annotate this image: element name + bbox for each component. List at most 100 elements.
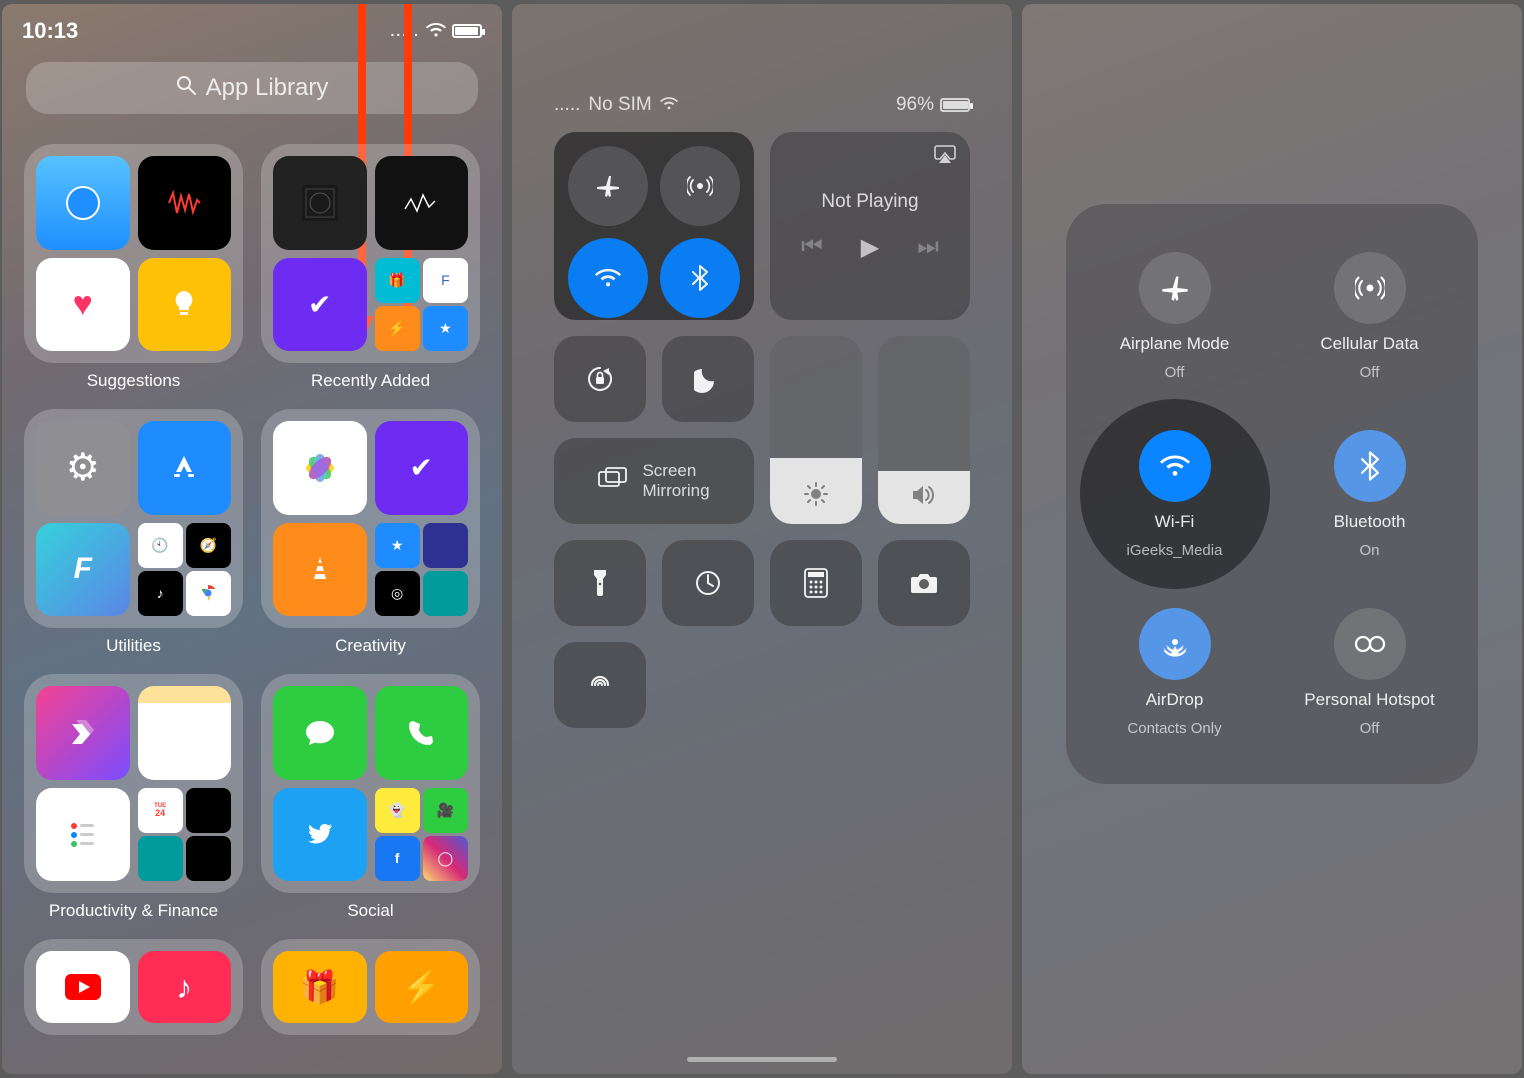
prev-track-icon[interactable]: ⏮ <box>801 233 823 262</box>
messages-icon[interactable] <box>273 686 367 780</box>
personal-hotspot-item[interactable]: Personal Hotspot Off <box>1275 592 1464 752</box>
airplane-toggle[interactable] <box>568 146 648 226</box>
folder-social[interactable]: 👻 🎥 f ◯ Social <box>261 674 480 921</box>
control-center-grid: Not Playing ⏮ ▶ ⏭ Screen Mirroring <box>554 132 970 728</box>
app-icon[interactable]: ✔ <box>273 258 367 352</box>
app-store-icon[interactable] <box>138 421 232 515</box>
clock-icon: 🕙 <box>138 523 183 568</box>
mini-icon: ⚡ <box>375 306 420 351</box>
mini-icon <box>423 571 468 616</box>
folder-mini-stack[interactable]: 🎁 F ⚡ ★ <box>375 258 469 352</box>
tips-icon[interactable] <box>138 258 232 352</box>
facetime-icon: 🎥 <box>423 788 468 833</box>
flashlight-toggle[interactable] <box>554 540 646 626</box>
battery-icon <box>940 98 970 112</box>
home-indicator[interactable] <box>687 1057 837 1062</box>
item-label: Wi-Fi <box>1155 512 1195 532</box>
cc-connectivity-module[interactable] <box>554 132 754 320</box>
media-title: Not Playing <box>821 191 918 213</box>
wifi-toggle[interactable] <box>568 238 648 318</box>
item-label: Bluetooth <box>1334 512 1406 532</box>
orientation-lock-toggle[interactable] <box>554 336 646 422</box>
item-sub: Off <box>1165 364 1185 381</box>
phone-icon[interactable] <box>375 686 469 780</box>
app-icon[interactable]: ✔ <box>375 421 469 515</box>
calculator-button[interactable] <box>770 540 862 626</box>
folder-recently-added[interactable]: ✔ 🎁 F ⚡ ★ Recently Added <box>261 144 480 391</box>
volume-slider[interactable] <box>878 336 970 524</box>
bluetooth-item[interactable]: Bluetooth On <box>1275 414 1464 574</box>
airdrop-item[interactable]: AirDrop Contacts Only <box>1080 592 1269 752</box>
app-icon[interactable]: F <box>36 523 130 617</box>
youtube-icon[interactable] <box>36 951 130 1023</box>
folder-box[interactable]: ✔ ★ ◎ <box>261 409 480 628</box>
folder-partial-1[interactable]: ♪ <box>24 939 243 1035</box>
folder-box[interactable]: TUE24 <box>24 674 243 893</box>
bluetooth-toggle[interactable] <box>660 238 740 318</box>
airplay-icon[interactable] <box>934 144 956 169</box>
folder-partial-2[interactable]: 🎁 ⚡ <box>261 939 480 1035</box>
item-sub: iGeeks_Media <box>1127 542 1223 559</box>
folder-mini-stack[interactable]: TUE24 <box>138 788 232 882</box>
settings-icon[interactable]: ⚙ <box>36 421 130 515</box>
airplane-mode-item[interactable]: Airplane Mode Off <box>1080 236 1269 396</box>
vlc-icon[interactable] <box>273 523 367 617</box>
photos-icon[interactable] <box>273 421 367 515</box>
brightness-slider[interactable] <box>770 336 862 524</box>
notes-icon[interactable] <box>138 686 232 780</box>
mini-icon: ★ <box>423 306 468 351</box>
screen-mirroring-button[interactable]: Screen Mirroring <box>554 438 754 524</box>
twitter-icon[interactable] <box>273 788 367 882</box>
folder-creativity[interactable]: ✔ ★ ◎ Creativity <box>261 409 480 656</box>
folder-box[interactable]: 👻 🎥 f ◯ <box>261 674 480 893</box>
folder-box[interactable]: ♪ <box>24 939 243 1035</box>
apple-music-icon[interactable]: ♪ <box>138 951 232 1023</box>
shortcuts-icon[interactable] <box>36 686 130 780</box>
chrome-icon <box>186 571 231 616</box>
voice-memos-icon[interactable] <box>138 156 232 250</box>
app-icon[interactable]: 🎁 <box>273 951 367 1023</box>
mini-icon: 🎁 <box>375 258 420 303</box>
media-controls: ⏮ ▶ ⏭ <box>801 233 939 262</box>
camera-button[interactable] <box>878 540 970 626</box>
safari-icon[interactable] <box>36 156 130 250</box>
wifi-item[interactable]: Wi-Fi iGeeks_Media <box>1080 414 1269 574</box>
snapchat-icon: 👻 <box>375 788 420 833</box>
mini-icon <box>138 836 183 881</box>
item-sub: Off <box>1360 364 1380 381</box>
folder-box[interactable]: ✔ 🎁 F ⚡ ★ <box>261 144 480 363</box>
app-icon[interactable] <box>375 156 469 250</box>
folder-suggestions[interactable]: ♥ Suggestions <box>24 144 243 391</box>
cellular-data-item[interactable]: Cellular Data Off <box>1275 236 1464 396</box>
folder-mini-stack[interactable]: 🕙 🧭 ♪ <box>138 523 232 617</box>
cellular-toggle[interactable] <box>660 146 740 226</box>
folder-box[interactable]: ♥ <box>24 144 243 363</box>
calendar-icon: TUE24 <box>138 788 183 833</box>
item-sub: On <box>1359 542 1379 559</box>
item-label: Cellular Data <box>1320 334 1418 354</box>
app-icon[interactable]: ⚡ <box>375 951 469 1023</box>
hotspot-icon <box>1334 608 1406 680</box>
next-track-icon[interactable]: ⏭ <box>917 233 939 262</box>
app-icon[interactable] <box>273 156 367 250</box>
timer-button[interactable] <box>662 540 754 626</box>
folder-mini-stack[interactable]: 👻 🎥 f ◯ <box>375 788 469 882</box>
battery-icon <box>452 24 482 38</box>
folder-box[interactable]: ⚙ F 🕙 🧭 ♪ <box>24 409 243 628</box>
folder-mini-stack[interactable]: ★ ◎ <box>375 523 469 617</box>
reminders-icon[interactable] <box>36 788 130 882</box>
nfc-button[interactable] <box>554 642 646 728</box>
mini-icon <box>186 788 231 833</box>
panel-connectivity-expanded: Airplane Mode Off Cellular Data Off Wi-F… <box>1022 4 1522 1074</box>
cc-media-module[interactable]: Not Playing ⏮ ▶ ⏭ <box>770 132 970 320</box>
folder-utilities[interactable]: ⚙ F 🕙 🧭 ♪ Utilities <box>24 409 243 656</box>
play-icon[interactable]: ▶ <box>861 233 879 262</box>
item-label: Personal Hotspot <box>1304 690 1434 710</box>
do-not-disturb-toggle[interactable] <box>662 336 754 422</box>
health-icon[interactable]: ♥ <box>36 258 130 352</box>
folder-box[interactable]: 🎁 ⚡ <box>261 939 480 1035</box>
instagram-icon: ◯ <box>423 836 468 881</box>
bluetooth-icon <box>1334 430 1406 502</box>
folder-productivity[interactable]: TUE24 Productivity & Finance <box>24 674 243 921</box>
brightness-icon <box>770 482 862 512</box>
